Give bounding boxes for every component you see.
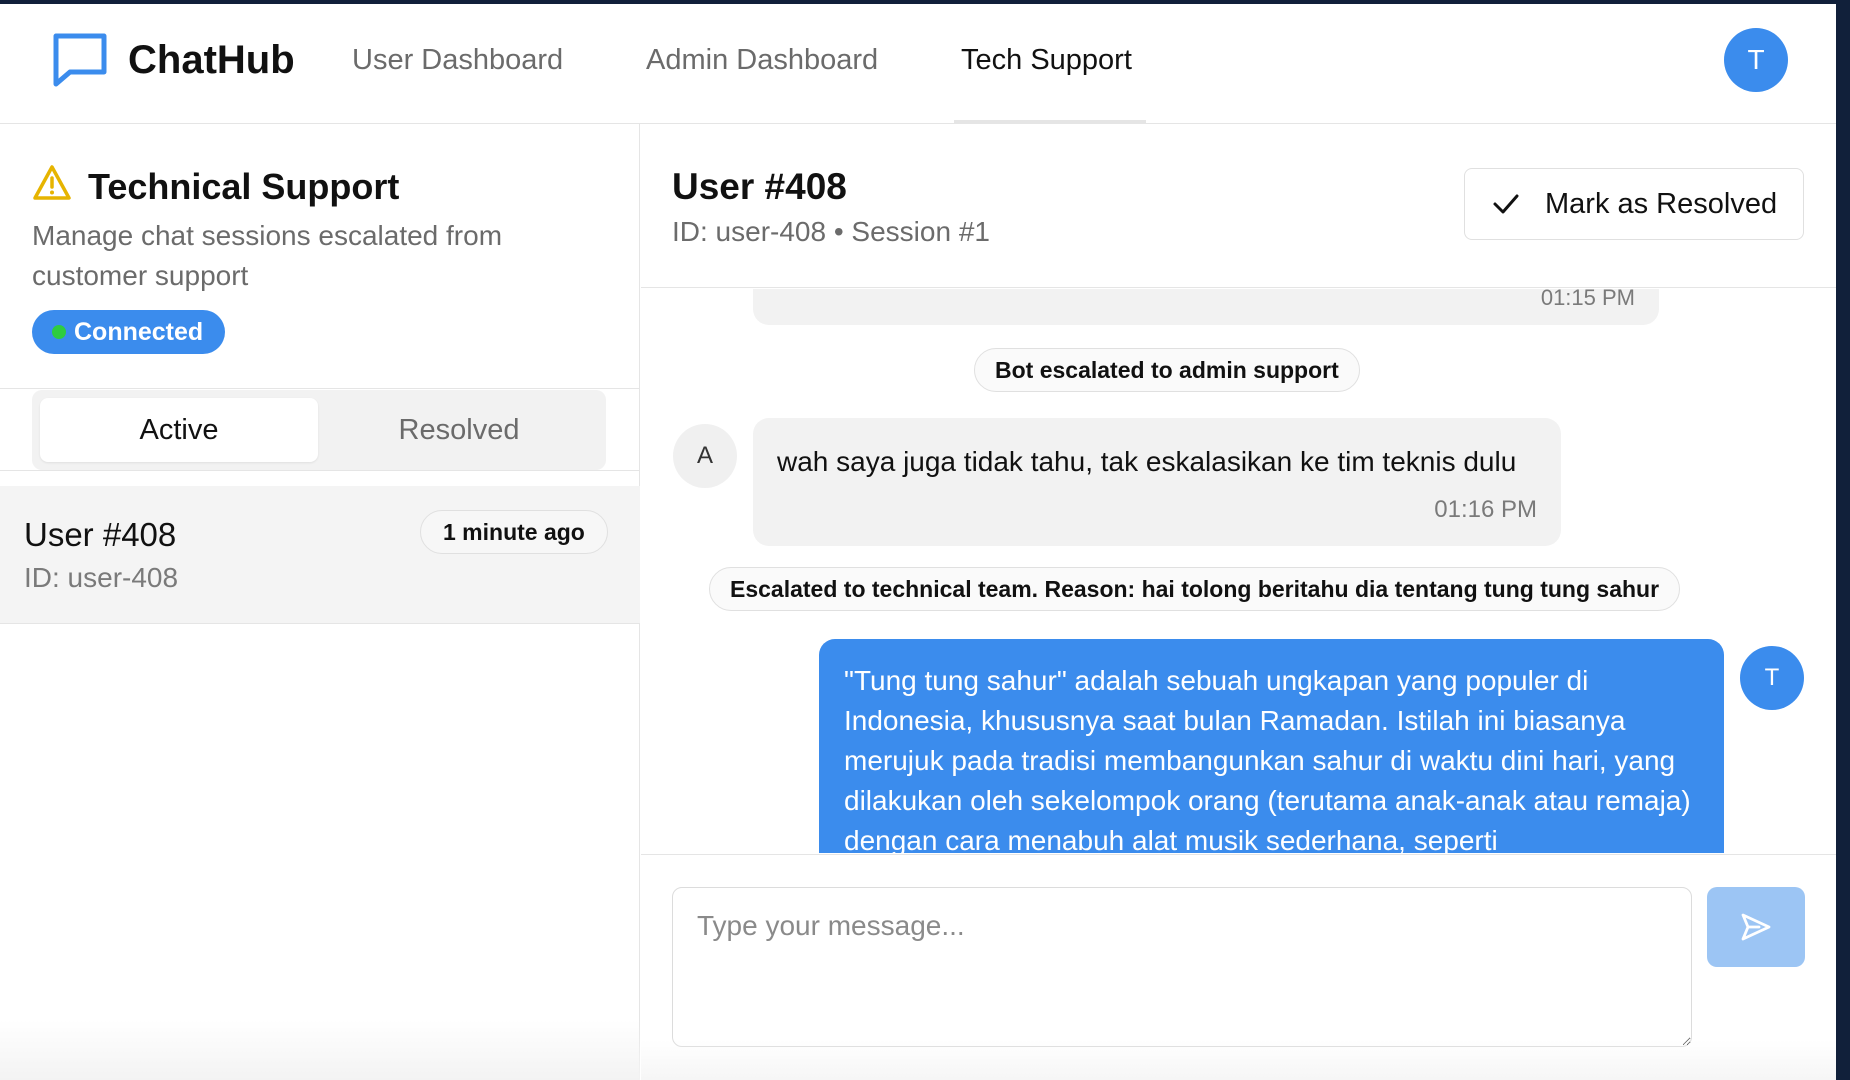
sidebar-description: Manage chat sessions escalated from cust… — [32, 220, 503, 291]
message-input[interactable] — [672, 887, 1692, 1047]
sidebar: Technical Support Manage chat sessions e… — [0, 124, 640, 1080]
system-message: Escalated to technical team. Reason: hai… — [709, 567, 1681, 611]
message-time: 01:16 PM — [1434, 496, 1537, 523]
bottom-fade — [641, 1040, 1836, 1080]
session-tabs: Active Resolved — [32, 390, 606, 470]
message-time: 01:15 PM — [1540, 289, 1635, 310]
chat-header: User #408 ID: user-408 • Session #1 Mark… — [641, 124, 1836, 288]
system-message: Bot escalated to admin support — [974, 348, 1360, 392]
mark-as-resolved-button[interactable]: Mark as Resolved — [1464, 168, 1804, 240]
check-icon — [1493, 194, 1519, 214]
sidebar-title: Technical Support — [88, 166, 400, 207]
resolve-label: Mark as Resolved — [1545, 187, 1778, 220]
divider — [0, 388, 640, 389]
nav-user-dashboard[interactable]: User Dashboard — [352, 44, 563, 77]
warning-triangle-icon — [33, 165, 71, 200]
message-text: "Tung tung sahur" adalah sebuah ungkapan… — [844, 665, 1691, 853]
divider — [0, 470, 640, 471]
top-nav-bar: ChatHub User Dashboard Admin Dashboard T… — [0, 4, 1836, 124]
session-list-item[interactable]: User #408 ID: user-408 1 minute ago — [0, 486, 640, 624]
app-window: ChatHub User Dashboard Admin Dashboard T… — [0, 4, 1836, 1080]
user-avatar[interactable]: T — [1724, 28, 1788, 92]
message-bubble-partial: 01:15 PM — [753, 289, 1659, 325]
brand-name[interactable]: ChatHub — [128, 38, 295, 83]
connection-status-badge: Connected — [32, 310, 226, 354]
tech-avatar: T — [1740, 646, 1804, 710]
send-button[interactable] — [1707, 887, 1805, 967]
session-id: ID: user-408 — [24, 562, 179, 593]
tab-active[interactable]: Active — [40, 398, 318, 462]
send-icon — [1741, 913, 1771, 941]
chat-panel: User #408 ID: user-408 • Session #1 Mark… — [641, 124, 1836, 1080]
chat-subtitle: ID: user-408 • Session #1 — [672, 216, 990, 247]
outgoing-message-bubble: "Tung tung sahur" adalah sebuah ungkapan… — [819, 639, 1724, 853]
chat-bubble-icon[interactable] — [50, 32, 110, 88]
admin-avatar: A — [673, 424, 737, 488]
status-label: Connected — [74, 317, 204, 346]
nav-tech-support[interactable]: Tech Support — [961, 44, 1132, 77]
nav-admin-dashboard[interactable]: Admin Dashboard — [646, 44, 878, 77]
tab-resolved[interactable]: Resolved — [320, 398, 598, 462]
session-time-badge: 1 minute ago — [420, 510, 608, 554]
incoming-message-bubble: wah saya juga tidak tahu, tak eskalasika… — [753, 418, 1561, 546]
message-text: wah saya juga tidak tahu, tak eskalasika… — [777, 446, 1517, 477]
chat-title: User #408 — [672, 166, 847, 207]
status-dot-icon — [52, 325, 66, 339]
bottom-fade — [0, 1020, 640, 1080]
message-list[interactable]: 01:15 PM Bot escalated to admin support … — [641, 289, 1836, 853]
session-name: User #408 — [24, 516, 177, 553]
